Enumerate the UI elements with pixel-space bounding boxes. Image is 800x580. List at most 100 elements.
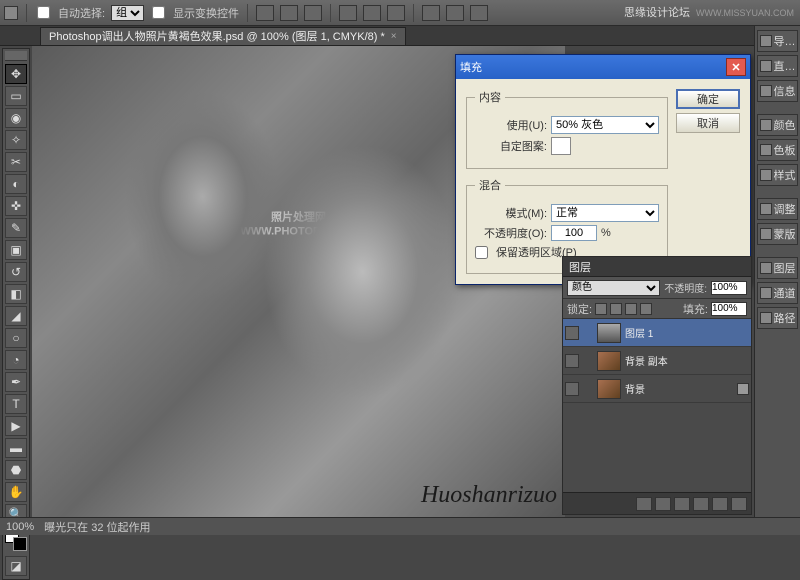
toolbox: ✥ ▭ ◉ ✧ ✂ ◐ ✜ ✎ ▣ ↺ ◧ ◢ ○ ◔ ✒ T ▶ ▬ ⬣ ✋ … xyxy=(2,48,30,580)
fill-dialog: 填充 ✕ 内容 使用(U): 50% 灰色 自定图案: 混合 模式(M): 正常 xyxy=(455,54,751,285)
dodge-tool[interactable]: ◔ xyxy=(5,350,27,370)
mask-button[interactable] xyxy=(655,497,671,511)
signature: Huoshanrizuo xyxy=(421,482,557,509)
distribute-button[interactable] xyxy=(446,5,464,21)
dock-icon xyxy=(760,287,772,299)
zoom-field[interactable]: 100% xyxy=(6,521,34,533)
layer-row[interactable]: 背景 副本 xyxy=(563,347,751,375)
lock-pixels-icon[interactable] xyxy=(610,303,622,315)
cancel-button[interactable]: 取消 xyxy=(676,113,740,133)
eraser-tool[interactable]: ◧ xyxy=(5,284,27,304)
auto-select-dropdown[interactable]: 组 xyxy=(111,5,144,21)
layer-list: 图层 1 背景 副本背景 xyxy=(563,319,751,492)
wand-tool[interactable]: ✧ xyxy=(5,130,27,150)
visibility-icon[interactable] xyxy=(565,354,579,368)
quickmask-tool[interactable]: ◪ xyxy=(5,556,27,576)
layer-thumb xyxy=(597,379,621,399)
layer-name: 背景 副本 xyxy=(625,353,749,368)
history-brush-tool[interactable]: ↺ xyxy=(5,262,27,282)
adjustment-button[interactable] xyxy=(674,497,690,511)
dock-tab[interactable]: 通道 xyxy=(757,282,798,304)
dock-tab[interactable]: 调整 xyxy=(757,198,798,220)
align-button[interactable] xyxy=(304,5,322,21)
dialog-titlebar[interactable]: 填充 ✕ xyxy=(456,55,750,79)
show-transform-label: 显示变换控件 xyxy=(173,5,239,21)
align-button[interactable] xyxy=(256,5,274,21)
watermark: 照片处理网WWW.PHOTOPS.COM xyxy=(241,211,357,240)
healing-tool[interactable]: ✜ xyxy=(5,196,27,216)
marquee-tool[interactable]: ▭ xyxy=(5,86,27,106)
eyedropper-tool[interactable]: ◐ xyxy=(5,174,27,194)
dock-icon xyxy=(760,312,772,324)
document-tab[interactable]: Photoshop调出人物照片黄褐色效果.psd @ 100% (图层 1, C… xyxy=(40,27,406,45)
layer-row[interactable]: 背景 xyxy=(563,375,751,403)
dock-tab[interactable]: 信息 xyxy=(757,80,798,102)
pen-tool[interactable]: ✒ xyxy=(5,372,27,392)
show-transform-checkbox[interactable] xyxy=(152,6,165,19)
preserve-trans-checkbox[interactable] xyxy=(475,246,488,259)
dock-tab[interactable]: 路径 xyxy=(757,307,798,329)
dock-tab[interactable]: 样式 xyxy=(757,164,798,186)
distribute-button[interactable] xyxy=(470,5,488,21)
move-tool[interactable]: ✥ xyxy=(5,64,27,84)
dock-tab[interactable]: 导… xyxy=(757,30,798,52)
new-layer-button[interactable] xyxy=(712,497,728,511)
dock-tab[interactable]: 图层 xyxy=(757,257,798,279)
type-tool[interactable]: T xyxy=(5,394,27,414)
gradient-tool[interactable]: ◢ xyxy=(5,306,27,326)
layer-thumb xyxy=(597,323,621,343)
dock-tab[interactable]: 直… xyxy=(757,55,798,77)
stamp-tool[interactable]: ▣ xyxy=(5,240,27,260)
tool-icon xyxy=(4,6,18,20)
delete-button[interactable] xyxy=(731,497,747,511)
layer-row[interactable]: 图层 1 xyxy=(563,319,751,347)
align-button[interactable] xyxy=(280,5,298,21)
align-button[interactable] xyxy=(387,5,405,21)
content-group: 内容 使用(U): 50% 灰色 自定图案: xyxy=(466,89,668,169)
dock-tab[interactable]: 色板 xyxy=(757,139,798,161)
layer-name: 背景 xyxy=(625,381,733,396)
dock-icon xyxy=(760,60,772,72)
status-bar: 100% 曝光只在 32 位起作用 xyxy=(0,517,800,535)
opacity-input[interactable] xyxy=(551,225,597,241)
visibility-icon[interactable] xyxy=(565,382,579,396)
lock-pos-icon[interactable] xyxy=(625,303,637,315)
dock-icon xyxy=(760,262,772,274)
layer-opacity-input[interactable] xyxy=(711,281,747,295)
blur-tool[interactable]: ○ xyxy=(5,328,27,348)
blend-mode-dropdown[interactable]: 颜色 xyxy=(567,280,660,296)
distribute-button[interactable] xyxy=(422,5,440,21)
options-bar: 自动选择: 组 显示变换控件 思缘设计论坛WWW.MISSYUAN.COM xyxy=(0,0,800,26)
align-button[interactable] xyxy=(339,5,357,21)
crop-tool[interactable]: ✂ xyxy=(5,152,27,172)
lock-all-icon[interactable] xyxy=(640,303,652,315)
lock-trans-icon[interactable] xyxy=(595,303,607,315)
ok-button[interactable]: 确定 xyxy=(676,89,740,109)
close-icon[interactable]: ✕ xyxy=(726,58,746,76)
dock-tab[interactable]: 蒙版 xyxy=(757,223,798,245)
use-label: 使用(U): xyxy=(475,117,547,133)
layers-header[interactable]: 图层 xyxy=(563,257,751,277)
group-button[interactable] xyxy=(693,497,709,511)
align-button[interactable] xyxy=(363,5,381,21)
auto-select-checkbox[interactable] xyxy=(37,6,50,19)
path-select-tool[interactable]: ▶ xyxy=(5,416,27,436)
dock-icon xyxy=(760,85,772,97)
hand-tool[interactable]: ✋ xyxy=(5,482,27,502)
visibility-icon[interactable] xyxy=(565,326,579,340)
mode-dropdown[interactable]: 正常 xyxy=(551,204,659,222)
layer-name: 图层 1 xyxy=(625,325,749,340)
lock-icon xyxy=(737,383,749,395)
use-dropdown[interactable]: 50% 灰色 xyxy=(551,116,659,134)
3d-tool[interactable]: ⬣ xyxy=(5,460,27,480)
layers-panel: 图层 颜色 不透明度: 锁定: 填充: 图层 1背景 副本背景 xyxy=(562,256,752,515)
brush-tool[interactable]: ✎ xyxy=(5,218,27,238)
fill-input[interactable] xyxy=(711,302,747,316)
close-tab-icon[interactable]: × xyxy=(391,31,397,42)
dock-tab[interactable]: 颜色 xyxy=(757,114,798,136)
shape-tool[interactable]: ▬ xyxy=(5,438,27,458)
lasso-tool[interactable]: ◉ xyxy=(5,108,27,128)
dock-icon xyxy=(760,119,772,131)
status-info: 曝光只在 32 位起作用 xyxy=(44,519,150,535)
fx-button[interactable] xyxy=(636,497,652,511)
